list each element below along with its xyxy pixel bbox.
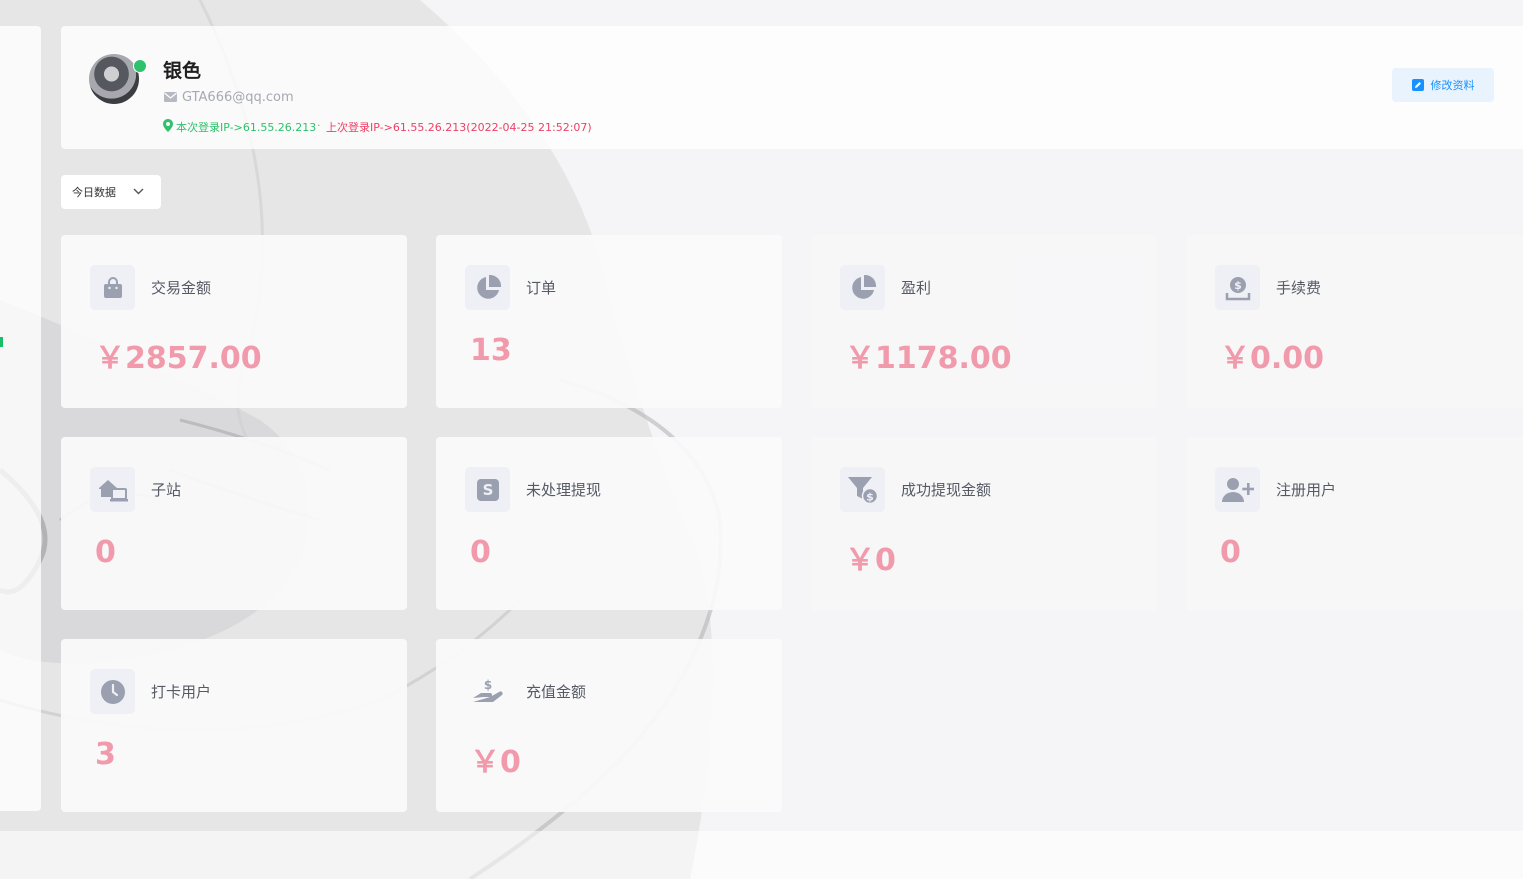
online-status-dot [133,59,147,73]
svg-text:$: $ [1234,279,1242,292]
money-tray-icon: $ [1215,265,1260,310]
stat-card-transaction-amount[interactable]: 交易金额 ￥2857.00 [61,235,407,408]
stat-label: 子站 [151,481,182,499]
edit-profile-label: 修改资料 [1430,79,1475,92]
stat-card-substations[interactable]: 子站 0 [61,437,407,610]
stat-value: 0 [470,535,491,570]
stat-value: 0 [95,535,116,570]
chevron-down-icon [133,188,144,195]
stat-card-pending-withdrawals[interactable]: S 未处理提现 0 [436,437,782,610]
shopping-bag-icon [90,265,135,310]
location-pin-icon [163,119,173,132]
hand-dollar-icon: $ [465,669,510,714]
stat-value: ￥0 [470,745,521,780]
stat-label: 注册用户 [1276,481,1337,499]
stat-label: 盈利 [901,279,932,297]
stat-value: 3 [95,737,116,772]
current-login-ip: 本次登录IP->61.55.26.213 [176,121,317,134]
dollar-square-icon: S [465,467,510,512]
stat-value: ￥0 [845,543,896,578]
user-plus-icon [1215,467,1260,512]
last-login-info: 上次登录IP->61.55.26.213(2022-04-25 21:52:07… [326,121,592,134]
stat-card-registered-users[interactable]: 注册用户 0 [1186,437,1523,610]
funnel-dollar-icon: $ [840,467,885,512]
clock-icon [90,669,135,714]
mail-icon [164,92,177,102]
stat-card-recharge-amount[interactable]: $ 充值金额 ￥0 [436,639,782,812]
home-network-icon [90,467,135,512]
sidebar-active-marker [0,337,3,347]
edit-icon [1411,79,1424,91]
footer-area [0,831,1523,879]
user-email: GTA666@qq.com [182,90,294,105]
user-name: 银色 [163,60,202,82]
stat-card-fee[interactable]: $ 手续费 ￥0.00 [1186,235,1523,408]
period-select[interactable]: 今日数据 [61,175,161,209]
edit-profile-button[interactable]: 修改资料 [1392,68,1494,102]
stat-label: 手续费 [1276,279,1322,297]
stat-card-orders[interactable]: 订单 13 [436,235,782,408]
stat-value: ￥2857.00 [95,341,262,376]
stat-label: 未处理提现 [526,481,602,499]
period-select-value: 今日数据 [72,186,116,199]
stat-value: 13 [470,333,512,368]
stat-card-successful-withdrawals[interactable]: $ 成功提现金额 ￥0 [811,437,1157,610]
stat-label: 成功提现金额 [901,481,992,499]
profile-card: 银色 GTA666@qq.com 本次登录IP->61.55.26.213 · … [61,26,1523,149]
svg-text:S: S [482,481,493,499]
stat-value: ￥1178.00 [845,341,1012,376]
stat-value: ￥0.00 [1220,341,1325,376]
stat-card-checkin-users[interactable]: 打卡用户 3 [61,639,407,812]
svg-text:$: $ [866,490,874,503]
sidebar-panel [0,26,41,811]
stat-value: 0 [1220,535,1241,570]
pie-chart-icon [465,265,510,310]
stat-card-profit[interactable]: 盈利 ￥1178.00 [811,235,1157,408]
avatar[interactable] [89,54,139,104]
login-separator: · [317,119,321,132]
stat-label: 充值金额 [526,683,587,701]
svg-text:$: $ [483,678,491,692]
pie-chart-icon [840,265,885,310]
stat-label: 打卡用户 [151,683,212,701]
stat-label: 交易金额 [151,279,212,297]
stat-label: 订单 [526,279,557,297]
